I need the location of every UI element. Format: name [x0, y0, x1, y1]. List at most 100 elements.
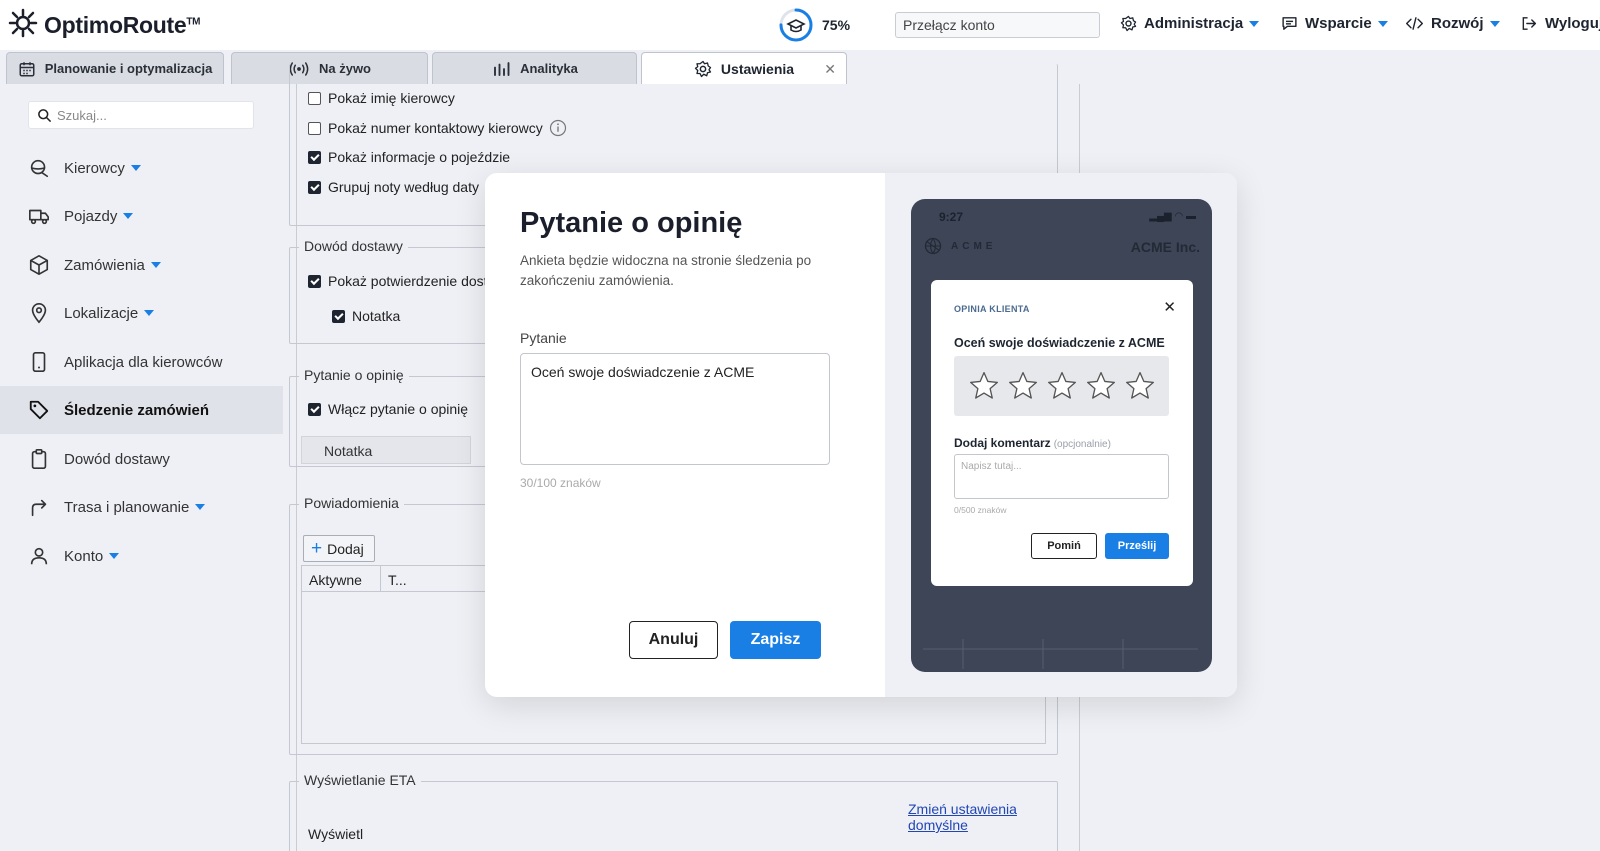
caret-down-icon [1489, 20, 1500, 27]
option-show-driver-name[interactable]: Pokaż imię kierowcy [308, 90, 455, 106]
cancel-button[interactable]: Anuluj [629, 621, 718, 659]
caret-down-icon [195, 504, 206, 510]
sidebar-item-kierowcy[interactable]: Kierowcy [0, 144, 283, 192]
option-show-proof[interactable]: Pokaż potwierdzenie dostawy [308, 273, 512, 289]
survey-question: Oceń swoje doświadczenie z ACME [954, 336, 1165, 350]
sidebar-item-konto[interactable]: Konto [0, 532, 283, 580]
acme-logo: ACME [923, 236, 996, 256]
phone-preview: 9:27 ▂▄▆ ◠ ▬ ACME ACME Inc. OPINIA KLIEN… [911, 199, 1212, 672]
question-label: Pytanie [520, 330, 567, 346]
feedback-modal: Pytanie o opinię Ankieta będzie widoczna… [485, 173, 1237, 697]
phone-time: 9:27 [939, 210, 964, 224]
sidebar-item-lokalizacje[interactable]: Lokalizacje [0, 289, 283, 337]
caret-down-icon [144, 310, 155, 316]
gear-icon [1120, 15, 1137, 32]
column-header[interactable]: Aktywne [302, 566, 381, 591]
modal-title: Pytanie o opinię [520, 207, 743, 239]
comment-char-count: 0/500 znaków [954, 505, 1007, 515]
checkbox-checked[interactable] [308, 180, 321, 194]
eta-display-label: Wyświetl [308, 826, 364, 842]
sidebar-item-pojazdy[interactable]: Pojazdy [0, 192, 283, 240]
company-name: ACME Inc. [1130, 239, 1200, 255]
nav-rozwoj[interactable]: Rozwój [1405, 15, 1500, 32]
checkbox-checked[interactable] [308, 150, 321, 164]
steering-icon [30, 159, 49, 178]
caret-down-icon [1377, 20, 1388, 27]
column-header[interactable]: T... [381, 566, 441, 591]
comment-input[interactable]: Napisz tutaj... [954, 454, 1169, 499]
info-icon[interactable] [549, 119, 567, 137]
checkbox-checked[interactable] [308, 274, 321, 288]
sidebar: Szukaj... Kierowcy Pojazdy Zamówienia Lo… [0, 84, 283, 851]
add-notification-button[interactable]: + Dodaj [303, 535, 375, 562]
submit-button[interactable]: Prześlij [1105, 533, 1169, 559]
code-icon [1406, 17, 1423, 30]
caret-down-icon [123, 213, 134, 219]
phone-status-icons: ▂▄▆ ◠ ▬ [1149, 211, 1196, 222]
calendar-icon [19, 61, 35, 76]
survey-heading: OPINIA KLIENTA [954, 304, 1030, 314]
chat-icon [1282, 17, 1297, 30]
feedback-note-field[interactable]: Notatka [301, 436, 471, 464]
option-proof-note[interactable]: Notatka [332, 308, 400, 324]
plus-icon: + [311, 538, 323, 559]
option-show-driver-phone[interactable]: Pokaż numer kontaktowy kierowcy [308, 119, 567, 137]
change-defaults-link[interactable]: Zmień ustawienia domyślne [908, 801, 1079, 833]
logo-text: OptimoRouteTM [44, 12, 201, 38]
checkbox[interactable] [308, 121, 321, 135]
progress-value: 75% [822, 17, 851, 33]
app-logo[interactable]: OptimoRouteTM [8, 8, 200, 43]
box-icon [29, 255, 49, 275]
user-icon [30, 547, 48, 565]
checkbox-checked[interactable] [308, 402, 321, 416]
sidebar-item-sledzenie[interactable]: Śledzenie zamówień [0, 386, 283, 434]
caret-down-icon [150, 262, 161, 268]
survey-card: OPINIA KLIENTA ✕ Oceń swoje doświadczeni… [931, 280, 1193, 586]
sidebar-item-trasa[interactable]: Trasa i planowanie [0, 483, 283, 531]
star-icon[interactable] [967, 370, 1001, 402]
question-textarea[interactable]: Oceń swoje doświadczenie z ACME [520, 353, 830, 465]
checkbox-checked[interactable] [332, 309, 345, 323]
globe-icon [924, 237, 942, 255]
top-bar: OptimoRouteTM 75% Przełącz konto Adminis… [0, 0, 1600, 50]
skip-button[interactable]: Pomiń [1031, 533, 1097, 559]
star-rating[interactable] [954, 356, 1169, 416]
star-icon[interactable] [1045, 370, 1079, 402]
checkbox[interactable] [308, 91, 321, 105]
modal-description: Ankieta będzie widoczna na stronie śledz… [520, 253, 812, 288]
sidebar-search-input[interactable]: Szukaj... [28, 101, 254, 129]
sidebar-item-aplikacja[interactable]: Aplikacja dla kierowców [0, 338, 283, 386]
option-show-vehicle-info[interactable]: Pokaż informacje o pojeździe [308, 149, 510, 165]
question-char-count: 30/100 znaków [520, 476, 601, 490]
star-icon[interactable] [1084, 370, 1118, 402]
preview-pane: 9:27 ▂▄▆ ◠ ▬ ACME ACME Inc. OPINIA KLIEN… [885, 173, 1237, 697]
map-background [923, 639, 1198, 669]
option-group-notes[interactable]: Grupuj noty według daty [308, 179, 479, 195]
nav-wsparcie[interactable]: Wsparcie [1281, 15, 1388, 32]
tab-planowanie[interactable]: Planowanie i optymalizacja [6, 52, 224, 84]
clipboard-icon [31, 449, 47, 469]
close-icon[interactable]: ✕ [1163, 298, 1176, 316]
caret-down-icon [1249, 20, 1260, 27]
logout-icon [1522, 17, 1537, 30]
caret-down-icon [109, 553, 120, 559]
onboarding-progress[interactable]: 75% [778, 7, 850, 43]
nav-wyloguj[interactable]: Wyloguj [1520, 15, 1600, 32]
comment-label: Dodaj komentarz (opcjonalnie) [954, 436, 1111, 450]
route-icon [31, 499, 47, 517]
star-icon[interactable] [1123, 370, 1157, 402]
tag-icon [29, 400, 49, 420]
save-button[interactable]: Zapisz [730, 621, 821, 659]
phone-icon [32, 352, 46, 372]
pin-icon [31, 303, 47, 324]
sidebar-item-dowod[interactable]: Dowód dostawy [0, 435, 283, 483]
star-icon[interactable] [1006, 370, 1040, 402]
option-enable-feedback[interactable]: Włącz pytanie o opinię [308, 401, 468, 417]
nav-administracja[interactable]: Administracja [1120, 15, 1260, 32]
account-switch-input[interactable]: Przełącz konto [895, 12, 1100, 38]
search-icon [38, 108, 51, 122]
sidebar-item-zamowienia[interactable]: Zamówienia [0, 241, 283, 289]
progress-ring-icon [779, 8, 813, 42]
truck-icon [29, 209, 49, 225]
caret-down-icon [130, 165, 141, 171]
